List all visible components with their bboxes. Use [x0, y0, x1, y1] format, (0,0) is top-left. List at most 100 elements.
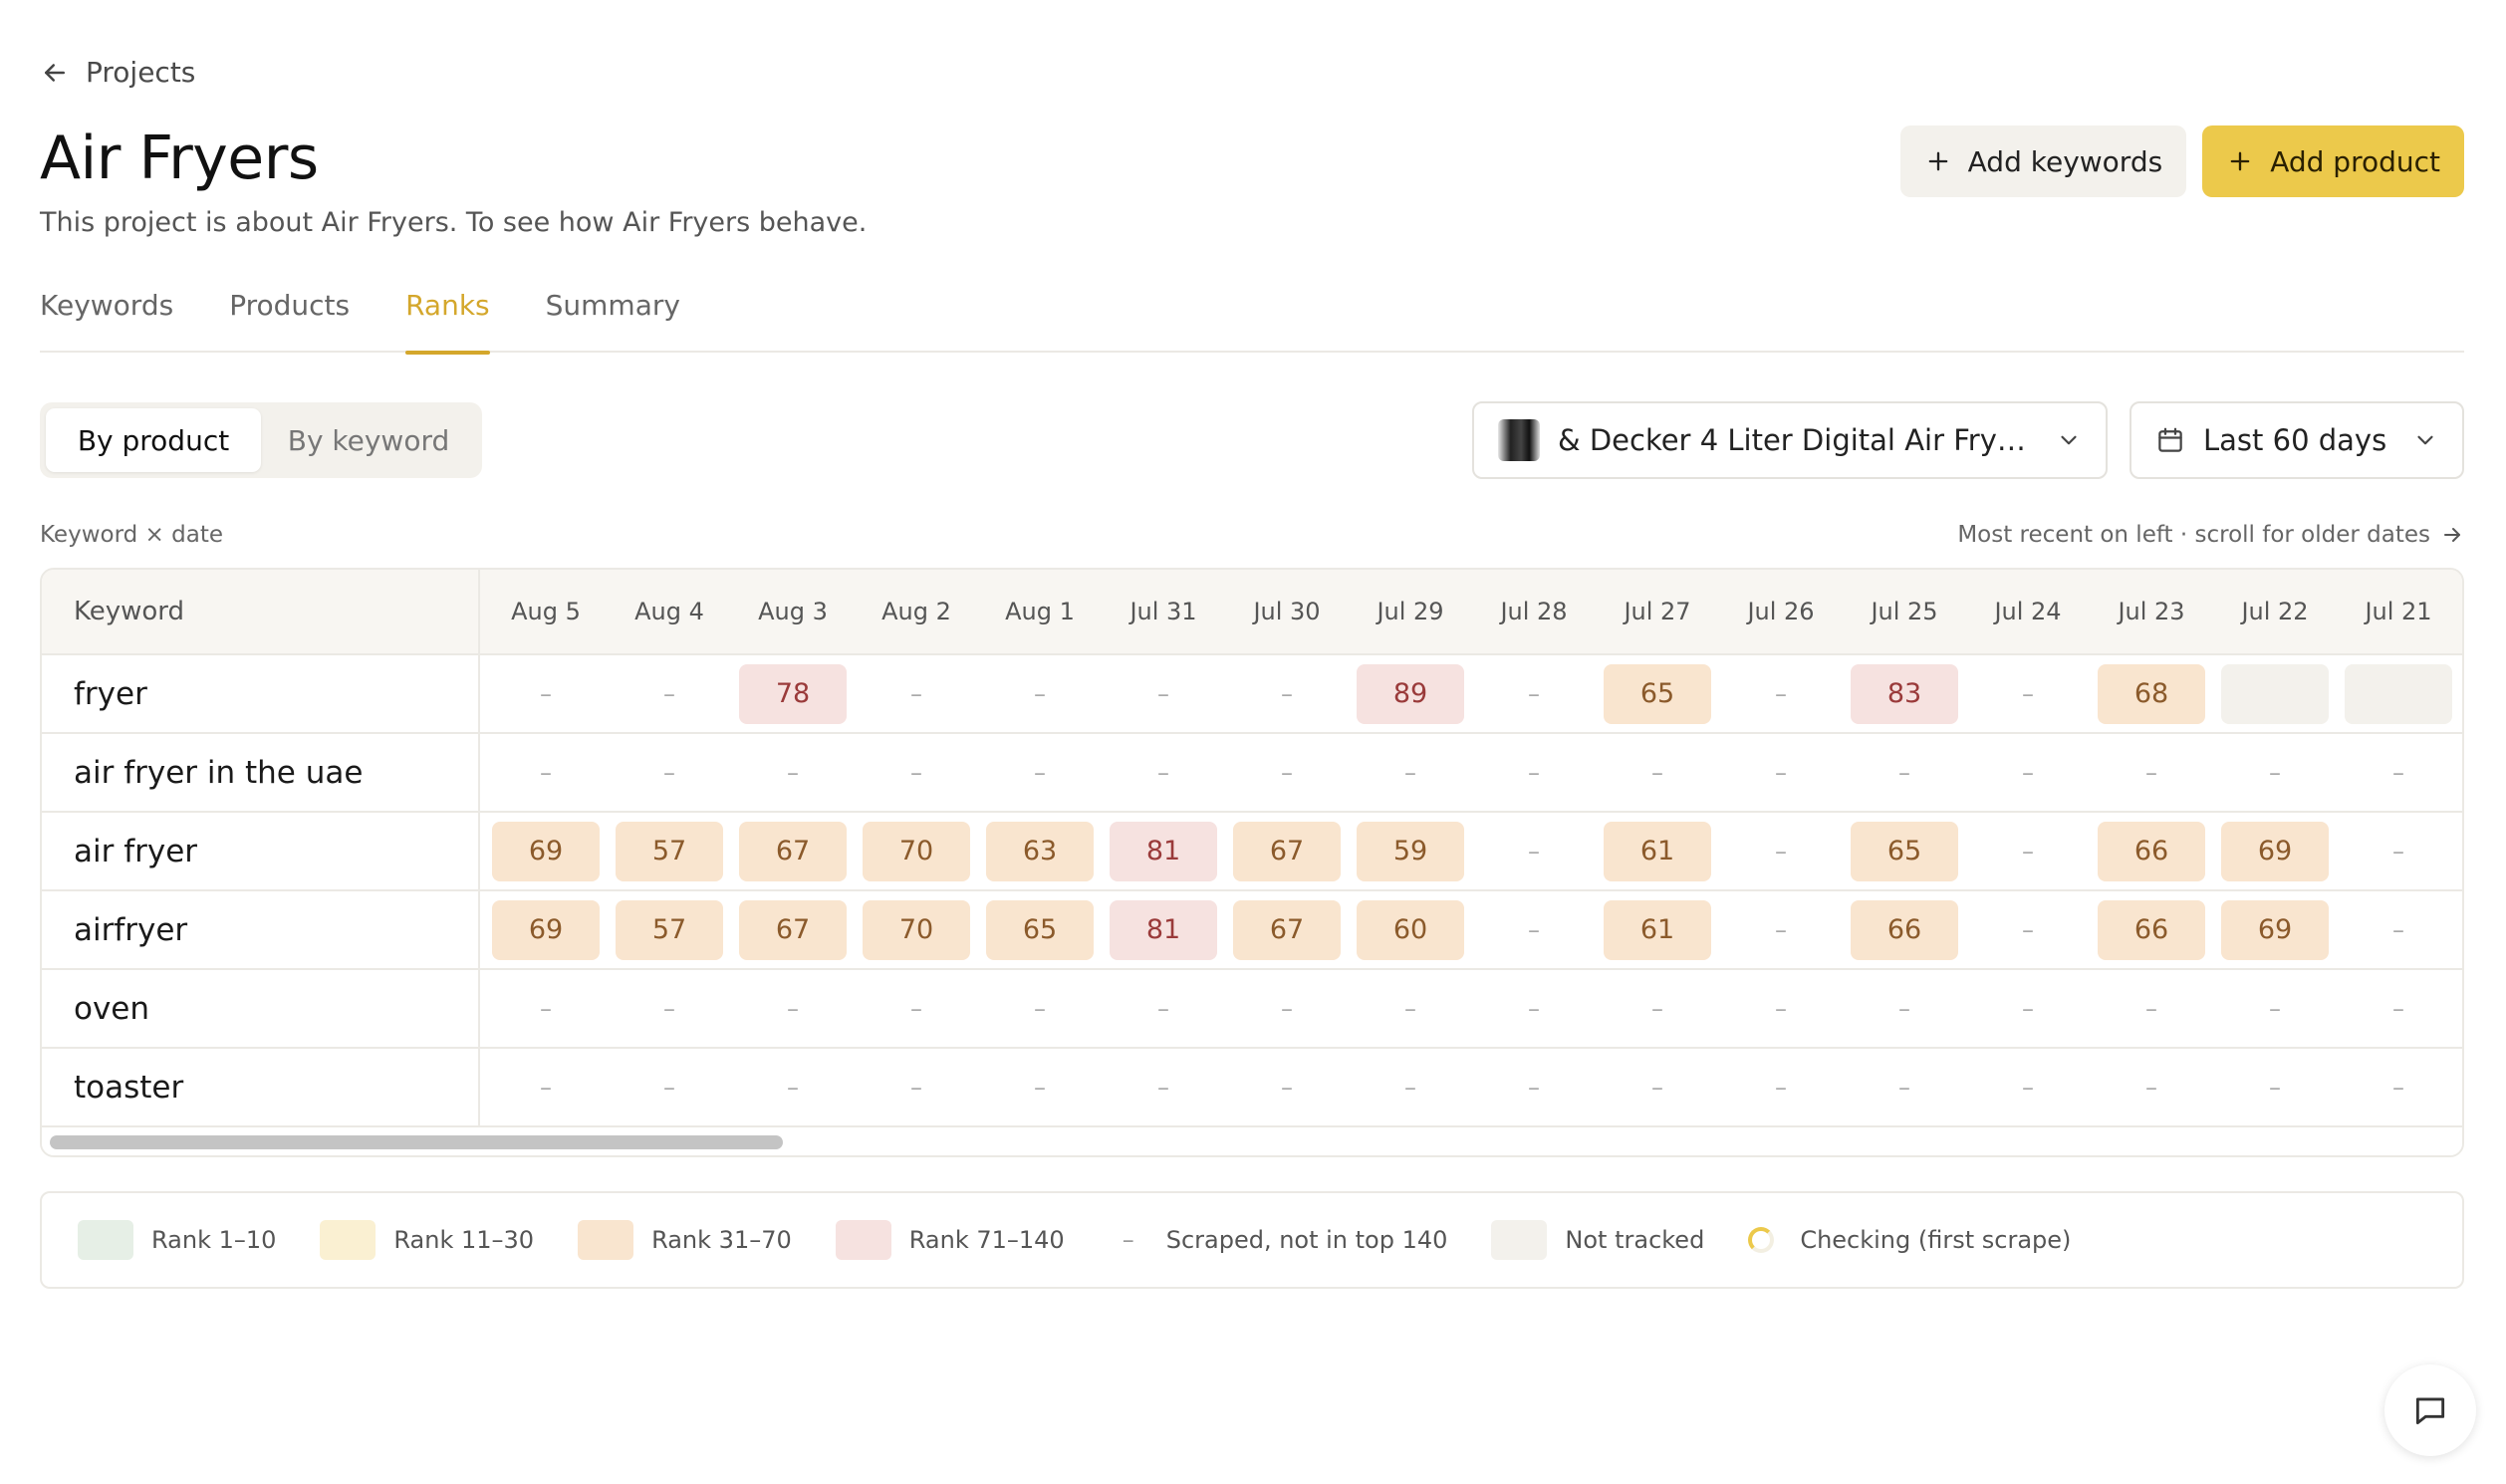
not-in-top-dash: –	[2392, 994, 2404, 1023]
back-to-projects-link[interactable]: Projects	[40, 56, 195, 89]
rank-pill[interactable]: 61	[1604, 821, 1711, 881]
legend-rank-11-30: Rank 11–30	[320, 1220, 534, 1260]
not-in-top-dash: –	[1651, 758, 1663, 787]
rank-pill[interactable]: 70	[863, 899, 970, 960]
not-in-top-dash: –	[1651, 1073, 1663, 1102]
rank-pill[interactable]: 61	[1604, 899, 1711, 960]
rank-cell: –	[2213, 970, 2337, 1047]
scroll-hint-text: Most recent on left · scroll for older d…	[1957, 522, 2430, 548]
rank-cell: 60	[1349, 891, 1472, 968]
rank-pill[interactable]: 67	[739, 899, 847, 960]
rank-pill[interactable]: 69	[492, 899, 600, 960]
not-in-top-dash: –	[1898, 1073, 1910, 1102]
rank-pill[interactable]: 68	[2098, 663, 2205, 724]
rank-cell: –	[2090, 1049, 2213, 1125]
rank-pill[interactable]: 69	[492, 821, 600, 881]
rank-pill[interactable]: 66	[2098, 821, 2205, 881]
view-toggle: By product By keyword	[40, 402, 482, 478]
rank-cell: –	[1225, 734, 1349, 811]
rank-pill[interactable]: 66	[1851, 899, 1958, 960]
horizontal-scrollbar[interactable]	[42, 1125, 2462, 1155]
not-in-top-dash: –	[1281, 679, 1293, 708]
rank-pill[interactable]: 83	[1851, 663, 1958, 724]
rank-cell: 69	[2213, 813, 2337, 889]
rank-cell: –	[2213, 1049, 2337, 1125]
rank-pill[interactable]: 67	[1233, 821, 1341, 881]
rank-pill[interactable]: 70	[863, 821, 970, 881]
rank-cell: –	[1349, 734, 1472, 811]
rank-pill[interactable]: 66	[2098, 899, 2205, 960]
rank-cell: 81	[1102, 813, 1225, 889]
legend-rank-1-10: Rank 1–10	[78, 1220, 276, 1260]
rank-cell: –	[2337, 1049, 2460, 1125]
not-in-top-dash: –	[2392, 915, 2404, 944]
rank-cell: –	[1102, 1049, 1225, 1125]
by-keyword-toggle[interactable]: By keyword	[261, 408, 476, 472]
not-in-top-dash: –	[2269, 1073, 2281, 1102]
chevron-down-icon	[2061, 435, 2077, 445]
product-select[interactable]: & Decker 4 Liter Digital Air Fryer...	[1472, 401, 2108, 479]
rank-pill[interactable]: 69	[2221, 821, 2329, 881]
tab-keywords[interactable]: Keywords	[40, 285, 173, 353]
tab-summary[interactable]: Summary	[546, 285, 680, 353]
rank-pill[interactable]: 67	[1233, 899, 1341, 960]
not-in-top-dash: –	[2022, 758, 2034, 787]
legend-rank-71-140: Rank 71–140	[835, 1220, 1065, 1260]
rank-pill[interactable]: 78	[739, 663, 847, 724]
rank-cell: –	[1349, 970, 1472, 1047]
rank-cell: –	[1966, 813, 2090, 889]
rank-cell: –	[1719, 813, 1843, 889]
add-keywords-button[interactable]: Add keywords	[1899, 125, 2187, 197]
rank-pill[interactable]: 59	[1357, 821, 1464, 881]
plus-icon	[1928, 151, 1947, 171]
rank-cell: –	[1719, 1049, 1843, 1125]
rank-pill[interactable]: 63	[986, 821, 1094, 881]
not-in-top-dash: –	[1404, 994, 1416, 1023]
rank-pill[interactable]: 65	[986, 899, 1094, 960]
rank-cell: –	[1596, 970, 1719, 1047]
rank-cell: 57	[608, 891, 731, 968]
rank-cell	[2337, 655, 2460, 732]
chat-button[interactable]	[2384, 1364, 2476, 1456]
rank-pill[interactable]: 81	[1110, 899, 1217, 960]
add-product-button[interactable]: Add product	[2202, 125, 2464, 197]
rank-cell: 67	[1225, 891, 1349, 968]
tab-products[interactable]: Products	[229, 285, 350, 353]
rank-pill[interactable]: 65	[1604, 663, 1711, 724]
scrollbar-thumb[interactable]	[50, 1135, 783, 1149]
rank-cell: –	[855, 734, 978, 811]
rank-cell: 70	[855, 891, 978, 968]
rank-pill[interactable]: 81	[1110, 821, 1217, 881]
legend-rank-31-70: Rank 31–70	[578, 1220, 792, 1260]
rank-cell: –	[1225, 1049, 1349, 1125]
rank-pill[interactable]: 65	[1851, 821, 1958, 881]
not-in-top-dash: –	[1528, 994, 1540, 1023]
not-in-top-dash: –	[663, 994, 675, 1023]
date-column-header: Jul 27	[1624, 598, 1691, 625]
rank-pill[interactable]: 67	[739, 821, 847, 881]
not-in-top-dash: –	[1034, 758, 1046, 787]
rank-cell: –	[2090, 734, 2213, 811]
by-product-toggle[interactable]: By product	[46, 408, 261, 472]
rank-pill[interactable]: 89	[1357, 663, 1464, 724]
rank-cell: –	[1966, 1049, 2090, 1125]
not-in-top-dash: –	[663, 1073, 675, 1102]
date-range-select[interactable]: Last 60 days	[2130, 401, 2464, 479]
not-in-top-dash: –	[2392, 837, 2404, 866]
rank-cells: 69 57 67 70 65 81 67 60 – 61 – 66 – 66 69 –	[480, 891, 2460, 968]
rank-pill[interactable]: 57	[616, 899, 723, 960]
not-in-top-dash: –	[910, 758, 922, 787]
rank-cell: –	[2090, 970, 2213, 1047]
rank-pill[interactable]: 57	[616, 821, 723, 881]
rank-grid: Keyword Aug 5 Aug 4 Aug 3 Aug 2 Aug 1 Jul 31 J…	[40, 568, 2464, 1157]
rank-pill[interactable]: 60	[1357, 899, 1464, 960]
rank-pill[interactable]: 69	[2221, 899, 2329, 960]
rank-cell: –	[1719, 970, 1843, 1047]
rank-cell: –	[1719, 734, 1843, 811]
rank-cell: –	[484, 970, 608, 1047]
project-tabs: Keywords Products Ranks Summary	[40, 285, 2464, 355]
tab-ranks[interactable]: Ranks	[405, 285, 490, 355]
rank-cell: –	[1472, 655, 1596, 732]
rank-cell: –	[1472, 1049, 1596, 1125]
legend-label: Rank 1–10	[151, 1226, 277, 1254]
